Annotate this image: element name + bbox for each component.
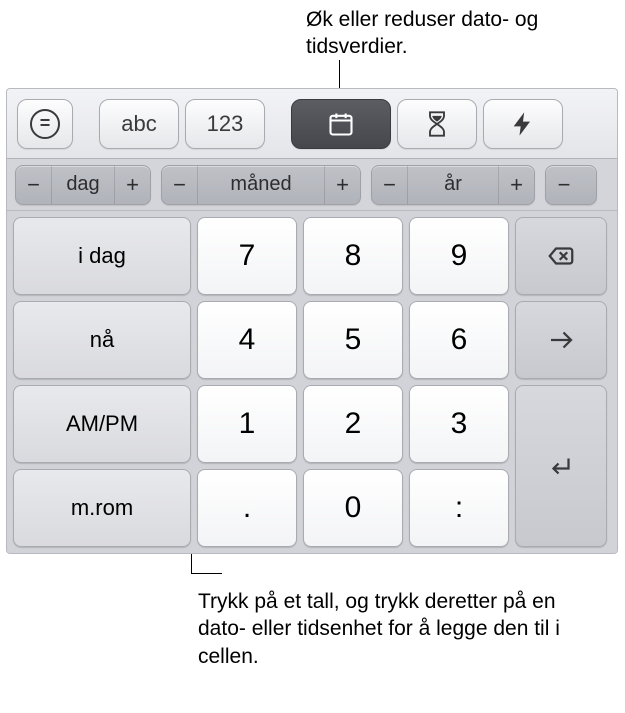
next-stepper-clipped: − <box>545 165 597 205</box>
abc-mode-button[interactable]: abc <box>99 99 179 149</box>
month-increment-button[interactable]: + <box>324 166 360 204</box>
ampm-key[interactable]: AM/PM <box>13 385 191 463</box>
month-decrement-button[interactable]: − <box>162 166 198 204</box>
duration-mode-button[interactable] <box>397 99 477 149</box>
next-decrement-button[interactable]: − <box>546 166 582 204</box>
numpad-6-key[interactable]: 6 <box>409 301 509 379</box>
numpad-dot-key[interactable]: . <box>197 469 297 547</box>
datetime-keyboard-panel: = abc 123 − dag <box>6 88 618 554</box>
today-key[interactable]: i dag <box>13 217 191 295</box>
backspace-key[interactable] <box>515 217 607 295</box>
month-stepper: − måned + <box>161 165 361 205</box>
numpad-5-key[interactable]: 5 <box>303 301 403 379</box>
numpad-1-key[interactable]: 1 <box>197 385 297 463</box>
abc-label: abc <box>121 111 156 137</box>
numpad-3-key[interactable]: 3 <box>409 385 509 463</box>
now-key[interactable]: nå <box>13 301 191 379</box>
hourglass-icon <box>423 110 451 138</box>
equals-circle-icon: = <box>30 109 60 139</box>
numpad-8-key[interactable]: 8 <box>303 217 403 295</box>
numpad-colon-key[interactable]: : <box>409 469 509 547</box>
arrow-right-icon <box>546 325 576 355</box>
day-increment-button[interactable]: + <box>114 166 150 204</box>
day-stepper-label[interactable]: dag <box>52 173 114 196</box>
callout-line-top-icon <box>339 60 340 90</box>
return-key[interactable] <box>515 385 607 547</box>
keypad: i dag 7 8 9 nå 4 5 6 AM/PM 1 2 <box>7 211 617 553</box>
year-decrement-button[interactable]: − <box>372 166 408 204</box>
space-key[interactable]: m.rom <box>13 469 191 547</box>
formula-mode-button[interactable]: = <box>17 99 73 149</box>
next-field-key[interactable] <box>515 301 607 379</box>
callout-top: Øk eller reduser dato- og tidsverdier. <box>306 6 606 61</box>
keyboard-mode-toolbar: = abc 123 <box>7 89 617 159</box>
numpad-2-key[interactable]: 2 <box>303 385 403 463</box>
numpad-4-key[interactable]: 4 <box>197 301 297 379</box>
month-stepper-label[interactable]: måned <box>198 173 324 196</box>
bolt-icon <box>509 110 537 138</box>
year-increment-button[interactable]: + <box>498 166 534 204</box>
quick-mode-button[interactable] <box>483 99 563 149</box>
numpad-7-key[interactable]: 7 <box>197 217 297 295</box>
calendar-icon <box>327 110 355 138</box>
day-decrement-button[interactable]: − <box>16 166 52 204</box>
day-stepper: − dag + <box>15 165 151 205</box>
callout-line-bottom-h-icon <box>192 573 222 574</box>
callout-bottom: Trykk på et tall, og trykk deretter på e… <box>198 588 598 670</box>
num-label: 123 <box>207 111 244 137</box>
numeric-mode-button[interactable]: 123 <box>185 99 265 149</box>
year-stepper-label[interactable]: år <box>408 173 498 196</box>
year-stepper: − år + <box>371 165 535 205</box>
numpad-0-key[interactable]: 0 <box>303 469 403 547</box>
return-icon <box>546 451 576 481</box>
unit-stepper-row: − dag + − måned + − år + − <box>7 159 617 211</box>
numpad-9-key[interactable]: 9 <box>409 217 509 295</box>
date-mode-button[interactable] <box>291 99 391 149</box>
backspace-icon <box>546 241 576 271</box>
